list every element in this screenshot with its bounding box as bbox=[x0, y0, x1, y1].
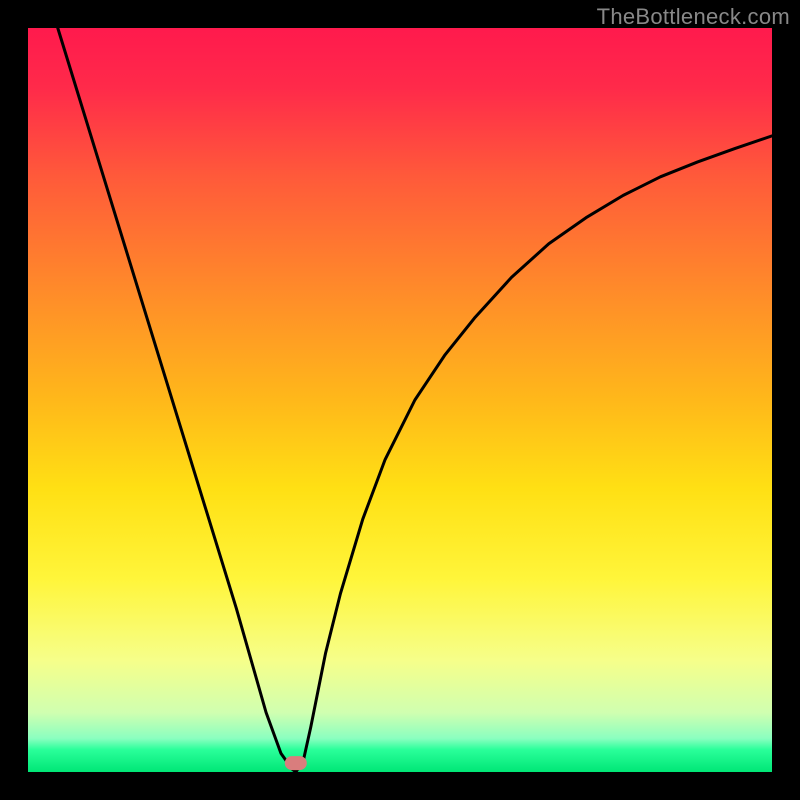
plot-background bbox=[28, 28, 772, 772]
bottleneck-chart bbox=[0, 0, 800, 800]
optimal-point-marker bbox=[285, 756, 307, 770]
chart-container: TheBottleneck.com bbox=[0, 0, 800, 800]
attribution-text: TheBottleneck.com bbox=[597, 4, 790, 30]
